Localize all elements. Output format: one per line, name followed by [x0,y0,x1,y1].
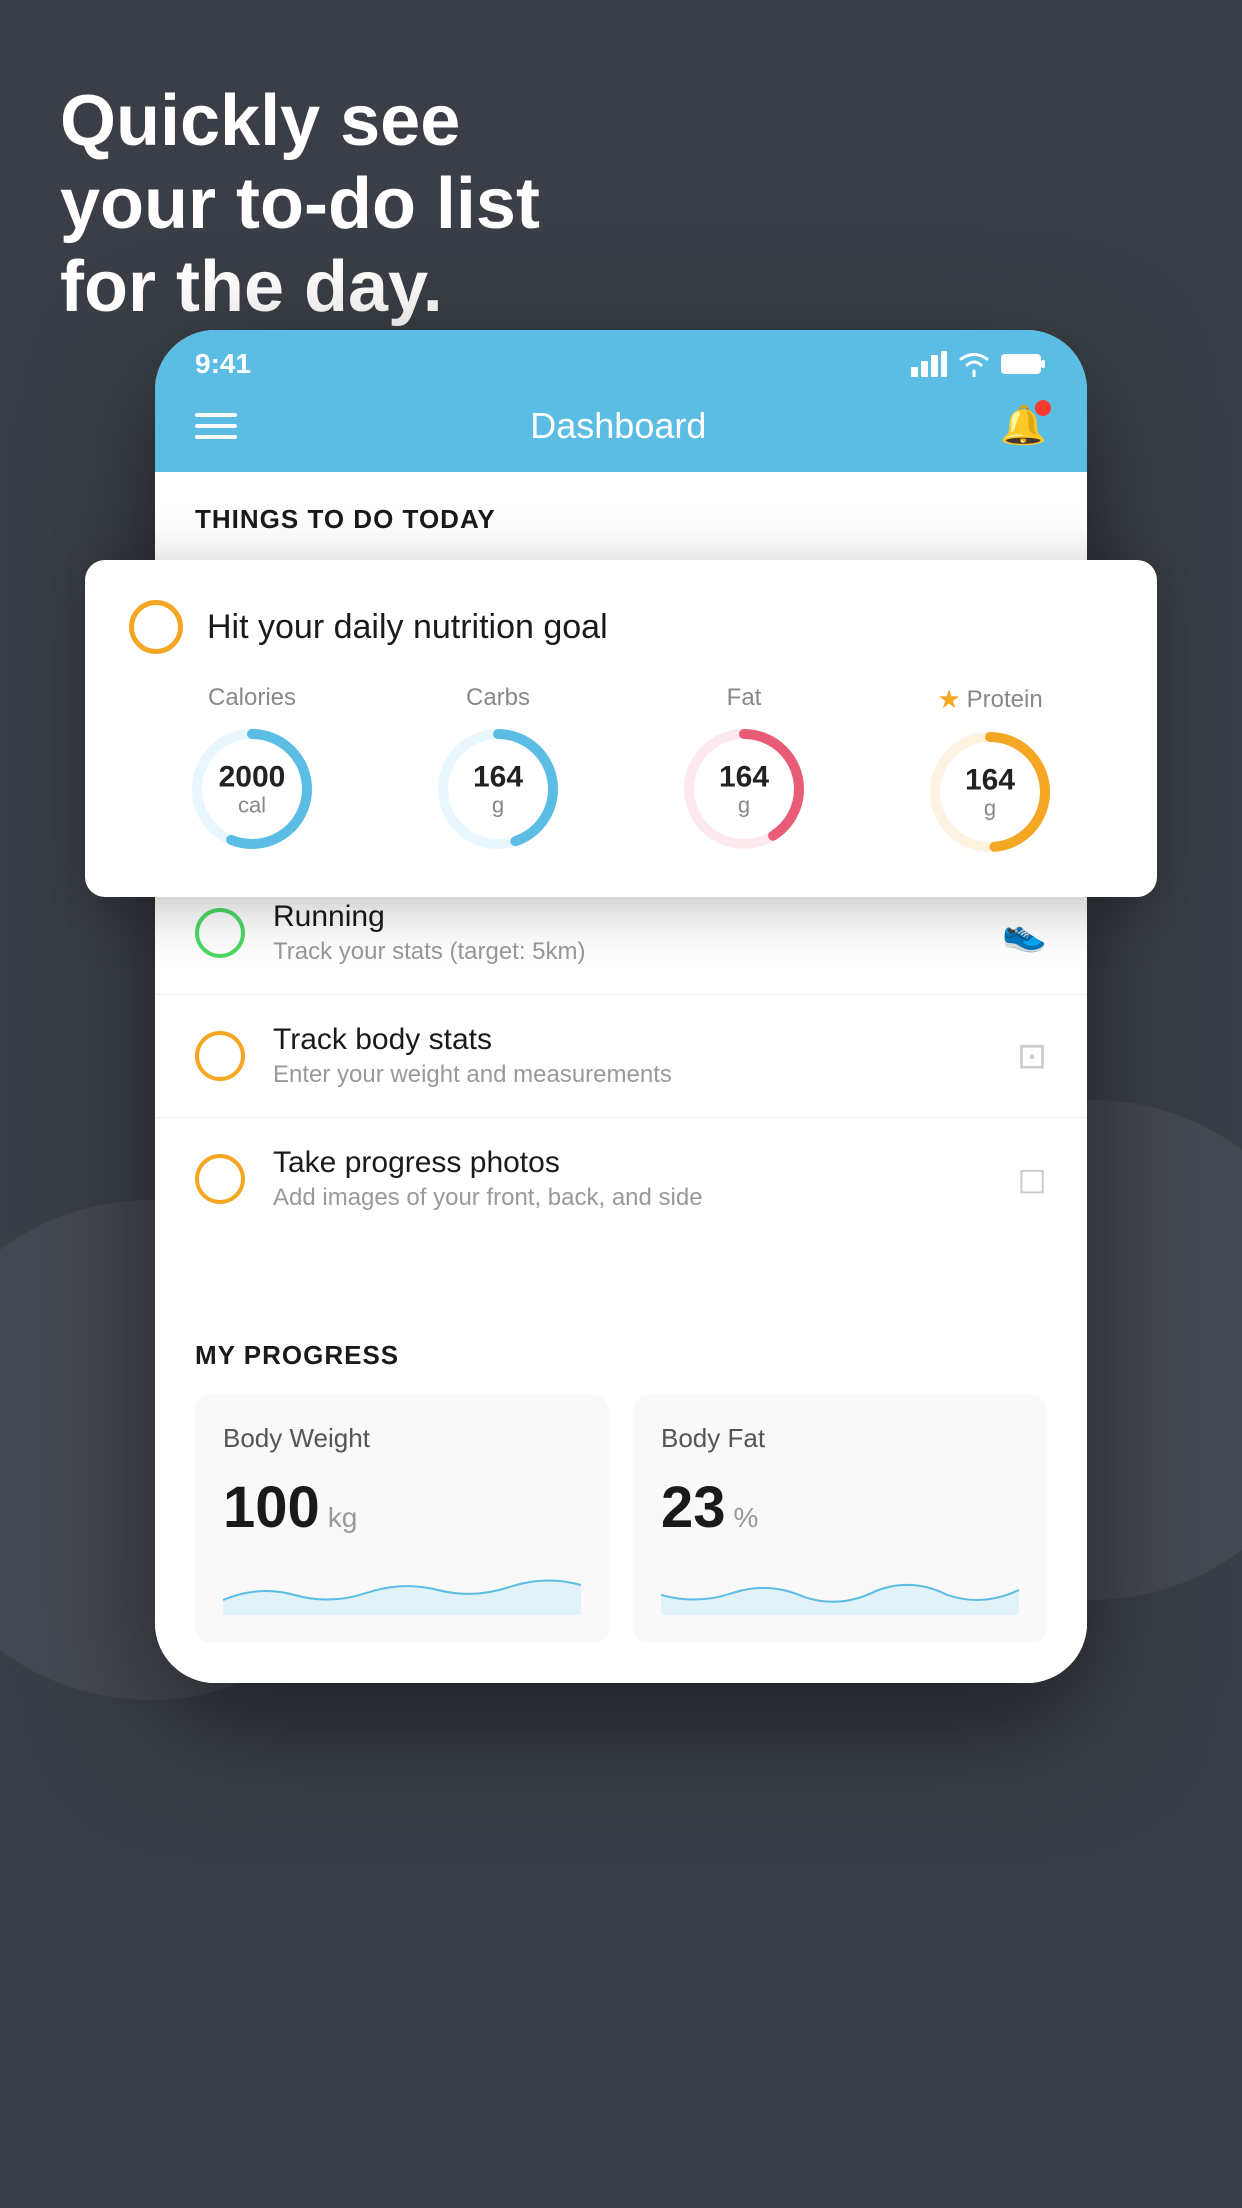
running-icon: 👟 [1002,912,1047,954]
body-fat-title: Body Fat [661,1423,1019,1454]
menu-button[interactable] [195,413,237,439]
nav-bar: Dashboard 🔔 [155,390,1087,472]
star-icon: ★ [937,684,960,715]
body-fat-card[interactable]: Body Fat 23 % [633,1395,1047,1643]
todo-subtitle-running: Track your stats (target: 5km) [273,938,974,966]
body-weight-card[interactable]: Body Weight 100 kg [195,1395,609,1643]
fat-label: Fat [727,684,762,712]
todo-circle-photos [195,1154,245,1204]
headline: Quickly see your to-do list for the day. [60,80,540,328]
todo-circle-body-stats [195,1031,245,1081]
nutrition-card: Hit your daily nutrition goal Calories 2… [85,560,1157,897]
carbs-label: Carbs [466,684,530,712]
todo-title-running: Running [273,900,974,934]
progress-cards: Body Weight 100 kg Body Fat [195,1395,1047,1643]
status-icons [911,351,1047,377]
body-fat-value: 23 % [661,1474,1019,1541]
signal-icon [911,351,947,377]
battery-icon [1001,352,1047,376]
photo-icon: ◻ [1017,1158,1047,1200]
things-today-header: THINGS TO DO TODAY [155,472,1087,551]
phone-frame: 9:41 Dashboard [155,330,1087,1683]
time: 9:41 [195,348,251,380]
body-weight-title: Body Weight [223,1423,581,1454]
calories-label: Calories [208,684,296,712]
body-weight-value: 100 kg [223,1474,581,1541]
wifi-icon [957,351,991,377]
carbs-circle: 164 g [433,724,563,854]
todo-circle-running [195,908,245,958]
progress-header: MY PROGRESS [195,1340,1047,1371]
todo-text-photos: Take progress photos Add images of your … [273,1146,989,1212]
nutrition-carbs: Carbs 164 g [433,684,563,854]
body-weight-num: 100 [223,1474,320,1541]
nutrition-card-title: Hit your daily nutrition goal [207,608,608,647]
calories-circle: 2000 cal [187,724,317,854]
body-weight-wave [223,1565,581,1615]
nutrition-row: Calories 2000 cal Carbs [129,684,1113,857]
fat-circle: 164 g [679,724,809,854]
body-weight-unit: kg [328,1502,358,1534]
body-fat-wave [661,1565,1019,1615]
spacer [155,1240,1087,1300]
nutrition-calories: Calories 2000 cal [187,684,317,854]
todo-title-photos: Take progress photos [273,1146,989,1180]
todo-title-body-stats: Track body stats [273,1023,989,1057]
todo-text-running: Running Track your stats (target: 5km) [273,900,974,966]
todo-subtitle-photos: Add images of your front, back, and side [273,1184,989,1212]
notification-button[interactable]: 🔔 [1000,404,1047,448]
todo-list: Running Track your stats (target: 5km) 👟… [155,871,1087,1240]
nutrition-fat: Fat 164 g [679,684,809,854]
body-fat-unit: % [734,1502,759,1534]
todo-text-body-stats: Track body stats Enter your weight and m… [273,1023,989,1089]
status-bar: 9:41 [155,330,1087,390]
todo-item-body-stats[interactable]: Track body stats Enter your weight and m… [155,994,1087,1117]
nutrition-card-check-circle[interactable] [129,600,183,654]
protein-label: ★ Protein [937,684,1042,715]
protein-circle: 164 g [925,727,1055,857]
progress-section: MY PROGRESS Body Weight 100 kg [155,1300,1087,1683]
notification-dot [1035,400,1051,416]
todo-item-photos[interactable]: Take progress photos Add images of your … [155,1117,1087,1240]
nav-title: Dashboard [530,405,706,447]
body-fat-num: 23 [661,1474,726,1541]
scale-icon: ⊡ [1017,1035,1047,1077]
todo-subtitle-body-stats: Enter your weight and measurements [273,1061,989,1089]
nutrition-protein: ★ Protein 164 g [925,684,1055,857]
